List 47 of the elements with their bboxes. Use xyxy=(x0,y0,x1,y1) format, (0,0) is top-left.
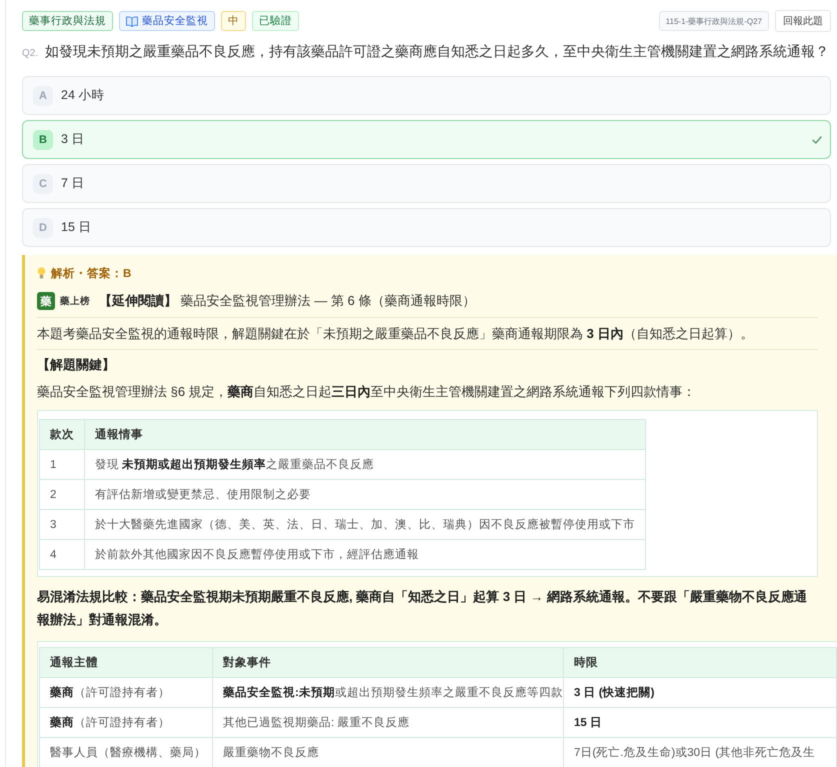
app-logo: 藥 xyxy=(37,292,55,310)
table-cell: 藥品安全監視:未預期或超出預期發生頻率之嚴重不良反應等四款 xyxy=(212,678,564,708)
subject-tag: 藥事行政與法規 xyxy=(22,11,113,31)
table-cell: 於十大醫藥先進國家（德、美、英、法、日、瑞士、加、澳、比、瑞典）因不良反應被暫停使用或下市 xyxy=(84,510,646,540)
answer-option[interactable]: A 24 小時 xyxy=(22,76,831,115)
report-button[interactable]: 回報此題 xyxy=(775,10,831,32)
explanation-heading: 解析・答案：B xyxy=(51,266,132,280)
book-icon xyxy=(126,16,138,26)
question-text: 如發現未預期之嚴重藥品不良反應，持有該藥品許可證之藥商應自知悉之日起多久，至中央衛生主管機關建置之網路系統通報？ xyxy=(45,43,830,61)
answer-option[interactable]: C 7 日 xyxy=(22,164,831,203)
question-code-tag: 115-1-藥事行政與法規-Q27 xyxy=(658,11,769,31)
option-letter-badge: A xyxy=(33,86,53,106)
table-cell: 1 xyxy=(40,450,84,480)
table-cell: 2 xyxy=(40,480,84,510)
table-cell: 發現 未預期或超出預期發生頻率之嚴重藥品不良反應 xyxy=(84,450,646,480)
verified-tag: 已驗證 xyxy=(252,11,299,31)
lightbulb-icon xyxy=(37,267,46,279)
table-cell: 其他已過監視期藥品: 嚴重不良反應 xyxy=(212,708,564,738)
option-letter-badge: B xyxy=(33,130,53,150)
table-cell: 15 日 xyxy=(564,708,836,738)
table-cell: 有評估新增或變更禁忌、使用限制之必要 xyxy=(84,480,646,510)
column-header: 時限 xyxy=(564,648,836,678)
comparison-note: 易混淆法規比較：藥品安全監視期未預期嚴重不良反應, 藥商自「知悉之日」起算 3 日 → 網路系統通報。不要跟「嚴重藥物不良反應通報辦法」對通報混淆。 xyxy=(37,588,808,629)
column-header: 款次 xyxy=(40,420,84,450)
option-letter-badge: D xyxy=(33,218,53,238)
difficulty-tag: 中 xyxy=(221,11,246,31)
topic-label: 藥品安全監視 xyxy=(142,14,208,28)
table-cell: 藥商（許可證持有者） xyxy=(40,678,212,708)
check-icon xyxy=(812,136,822,144)
option-letter-badge: C xyxy=(33,174,53,194)
table-cell: 4 xyxy=(40,540,84,570)
column-header: 對象事件 xyxy=(212,648,564,678)
summary-text: 本題考藥品安全監視的通報時限，解題關鍵在於「未預期之嚴重藥品不良反應」藥商通報期限為 3 日內（自知悉之日起算）。 xyxy=(37,318,818,350)
column-header: 通報情事 xyxy=(84,420,646,450)
question-number: Q2. xyxy=(22,47,38,61)
table-cell: 藥商（許可證持有者） xyxy=(40,708,212,738)
answer-option[interactable]: B 3 日 xyxy=(22,120,831,159)
table-cell: 3 xyxy=(40,510,84,540)
app-name: 藥上榜 xyxy=(60,294,90,308)
column-header: 通報主體 xyxy=(40,648,212,678)
table-cell: 3 日 (快速把關) xyxy=(564,678,836,708)
rule-text: 藥品安全監視管理辦法 §6 規定，藥商自知悉之日起三日內至中央衛生主管機關建置之網路系統通報下列四款情事： xyxy=(37,383,697,401)
reference-title: 【延伸閱讀】 藥品安全監視管理辦法 — 第 6 條（藥商通報時限） xyxy=(99,292,476,310)
answer-option[interactable]: D 15 日 xyxy=(22,208,831,247)
table-cell: 醫事人員（醫療機構、藥局） xyxy=(40,738,212,767)
table-cell: 於前款外其他國家因不良反應暫停使用或下市，經評估應通報 xyxy=(84,540,646,570)
section-heading: 【解題關鍵】 xyxy=(37,356,116,374)
